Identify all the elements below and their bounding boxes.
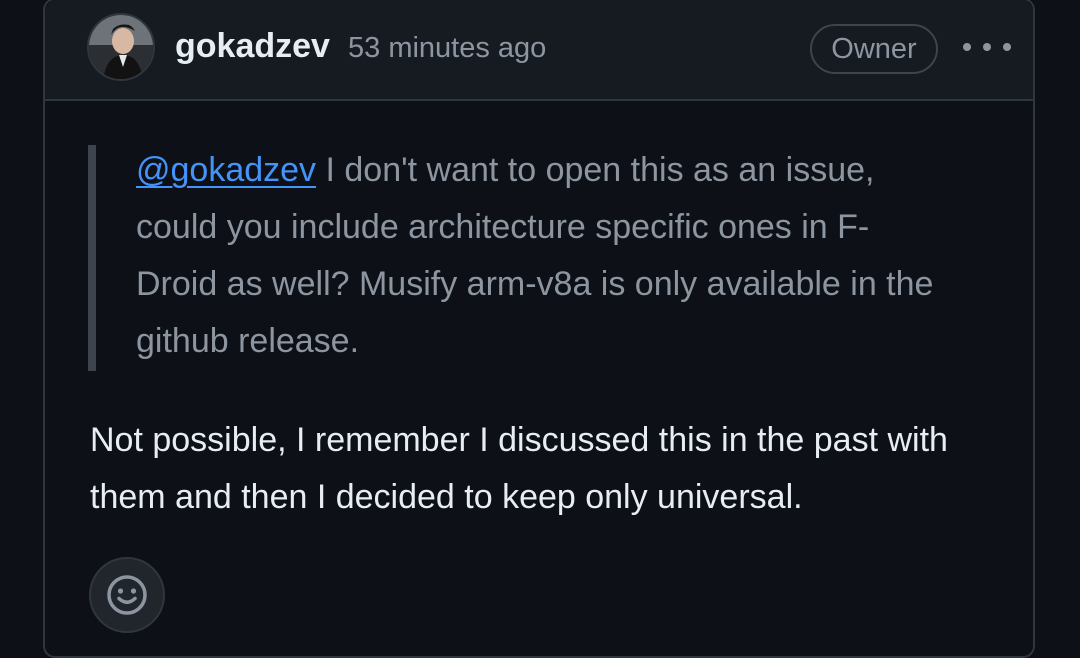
smiley-icon: [107, 575, 147, 615]
comment-header: gokadzev 53 minutes ago Owner: [45, 0, 1033, 101]
more-options-icon[interactable]: [963, 36, 1011, 58]
add-reaction-button[interactable]: [89, 557, 165, 633]
avatar[interactable]: [87, 13, 155, 81]
dot: [1003, 43, 1011, 51]
user-mention-link[interactable]: @gokadzev: [136, 151, 316, 189]
comment-author[interactable]: gokadzev: [175, 26, 330, 66]
avatar-image: [89, 15, 153, 79]
dot: [963, 43, 971, 51]
comment-card: gokadzev 53 minutes ago Owner @gokadzev …: [43, 0, 1035, 658]
comment-timestamp[interactable]: 53 minutes ago: [348, 30, 546, 66]
comment-body: Not possible, I remember I discussed thi…: [90, 421, 948, 516]
quoted-reply: @gokadzev I don't want to open this as a…: [88, 145, 948, 371]
quote-text: @gokadzev I don't want to open this as a…: [136, 142, 948, 370]
dot: [983, 43, 991, 51]
owner-badge: Owner: [810, 24, 938, 74]
